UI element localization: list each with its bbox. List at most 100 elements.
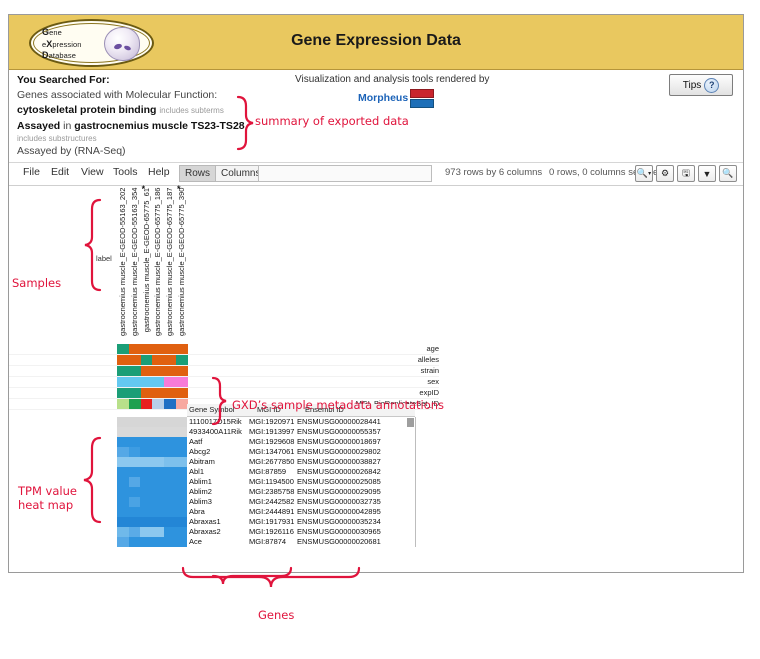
heatmap-cell[interactable]: [175, 527, 188, 537]
heatmap-cell[interactable]: [163, 437, 176, 447]
heatmap-cell[interactable]: [152, 497, 164, 507]
heatmap-cell[interactable]: [152, 427, 164, 437]
heatmap-cell[interactable]: [117, 417, 129, 427]
metadata-cell[interactable]: [152, 377, 165, 387]
heatmap-cell[interactable]: [128, 457, 141, 467]
table-row[interactable]: Ablim2 MGI:2385758 ENSMUSG00000029095: [187, 487, 415, 497]
table-row[interactable]: Ablim3 MGI:2442582 ENSMUSG00000032735: [187, 497, 415, 507]
heatmap-row[interactable]: [117, 457, 188, 467]
table-row[interactable]: Abraxas1 MGI:1917931 ENSMUSG00000035234: [187, 517, 415, 527]
heatmap-cell[interactable]: [128, 477, 141, 487]
heatmap-cell[interactable]: [152, 507, 164, 517]
metadata-cell[interactable]: [128, 344, 141, 354]
metadata-track-label[interactable]: alleles: [339, 355, 439, 365]
metadata-cell[interactable]: [128, 388, 141, 398]
heatmap-cell[interactable]: [128, 427, 141, 437]
heatmap-cell[interactable]: [175, 467, 188, 477]
table-row[interactable]: Abraxas2 MGI:1926116 ENSMUSG00000030965: [187, 527, 415, 537]
heatmap-cell[interactable]: [128, 487, 141, 497]
metadata-cell[interactable]: [117, 399, 129, 409]
heatmap-cell[interactable]: [140, 517, 153, 527]
metadata-cell[interactable]: [128, 377, 141, 387]
column-label-5[interactable]: gastrocnemius muscle_E-GEOD-65775_390: [176, 188, 188, 336]
heatmap-cell[interactable]: [128, 447, 141, 457]
heatmap-row[interactable]: [117, 427, 188, 437]
heatmap-cell[interactable]: [175, 507, 188, 517]
metadata-track-cells[interactable]: [117, 355, 188, 365]
heatmap-cell[interactable]: [140, 537, 153, 547]
metadata-track-cells[interactable]: [117, 399, 188, 409]
heatmap-cell[interactable]: [152, 537, 164, 547]
heatmap-cell[interactable]: [140, 417, 153, 427]
metadata-cell[interactable]: [117, 366, 129, 376]
morpheus-link[interactable]: Morpheus: [358, 92, 408, 104]
col-header-gene-symbol[interactable]: Gene Symbol: [189, 404, 234, 416]
metadata-cell[interactable]: [152, 355, 165, 365]
heatmap-cell[interactable]: [140, 507, 153, 517]
heatmap-row[interactable]: [117, 517, 188, 527]
heatmap-cell[interactable]: [163, 517, 176, 527]
heatmap-cell[interactable]: [175, 537, 188, 547]
metadata-cell[interactable]: [117, 388, 129, 398]
heatmap-cell[interactable]: [128, 527, 141, 537]
heatmap-cell[interactable]: [128, 467, 141, 477]
table-row[interactable]: Abitram MGI:2677850 ENSMUSG00000038827: [187, 457, 415, 467]
heatmap-row[interactable]: [117, 467, 188, 477]
heatmap-row[interactable]: [117, 477, 188, 487]
metadata-cell[interactable]: [164, 366, 176, 376]
heatmap-cell[interactable]: [140, 477, 153, 487]
column-label-4[interactable]: gastrocnemius muscle_E-GEOD-65775_187: [164, 188, 176, 336]
heatmap-cell[interactable]: [152, 527, 164, 537]
heatmap-cell[interactable]: [117, 517, 129, 527]
heatmap-cell[interactable]: [163, 507, 176, 517]
heatmap-cell[interactable]: [140, 437, 153, 447]
heatmap-cell[interactable]: [117, 427, 129, 437]
metadata-cell[interactable]: [164, 344, 176, 354]
metadata-cell[interactable]: [140, 377, 153, 387]
heatmap-cell[interactable]: [128, 517, 141, 527]
magnifier-icon[interactable]: 🔍: [719, 165, 737, 182]
table-row[interactable]: Ablim1 MGI:1194500 ENSMUSG00000025085: [187, 477, 415, 487]
heatmap-cell[interactable]: [175, 497, 188, 507]
heatmap-cell[interactable]: [117, 487, 129, 497]
metadata-cell[interactable]: [140, 399, 153, 409]
metadata-cell[interactable]: [140, 388, 153, 398]
table-row[interactable]: Ace MGI:87874 ENSMUSG00000020681: [187, 537, 415, 547]
metadata-cell[interactable]: [140, 344, 153, 354]
table-row[interactable]: 1110017D15Rik MGI:1920971 ENSMUSG000000284…: [187, 417, 415, 427]
heatmap-cell[interactable]: [175, 487, 188, 497]
table-row[interactable]: 4933400A11Rik MGI:1913997 ENSMUSG000000553…: [187, 427, 415, 437]
metadata-cell[interactable]: [164, 388, 176, 398]
heatmap-row[interactable]: [117, 537, 188, 547]
heatmap-cell[interactable]: [163, 457, 176, 467]
heatmap-cell[interactable]: [117, 497, 129, 507]
heatmap-cell[interactable]: [140, 457, 153, 467]
heatmap-row[interactable]: [117, 417, 188, 427]
search-input[interactable]: [258, 165, 432, 182]
metadata-cell[interactable]: [128, 399, 141, 409]
heatmap-cell[interactable]: [163, 467, 176, 477]
heatmap-row[interactable]: [117, 507, 188, 517]
heatmap-row[interactable]: [117, 437, 188, 447]
heatmap-cell[interactable]: [175, 427, 188, 437]
heatmap-cell[interactable]: [117, 467, 129, 477]
metadata-track-label[interactable]: age: [339, 344, 439, 354]
toggle-rows[interactable]: Rows: [179, 165, 216, 182]
heatmap-cell[interactable]: [175, 457, 188, 467]
metadata-cell[interactable]: [152, 399, 165, 409]
menu-file[interactable]: File: [23, 166, 40, 178]
metadata-cell[interactable]: [128, 355, 141, 365]
metadata-cell[interactable]: [117, 377, 129, 387]
heatmap-cell[interactable]: [152, 477, 164, 487]
heatmap-cell[interactable]: [152, 447, 164, 457]
menu-edit[interactable]: Edit: [51, 166, 69, 178]
metadata-cell[interactable]: [117, 355, 129, 365]
heatmap-cell[interactable]: [163, 487, 176, 497]
metadata-cell[interactable]: [152, 388, 165, 398]
metadata-cell[interactable]: [164, 355, 176, 365]
heatmap-cell[interactable]: [117, 507, 129, 517]
heatmap-cell[interactable]: [140, 467, 153, 477]
save-image-icon[interactable]: 🖫: [677, 165, 695, 182]
filter-icon[interactable]: ▼: [698, 165, 716, 182]
heatmap-cell[interactable]: [128, 537, 141, 547]
